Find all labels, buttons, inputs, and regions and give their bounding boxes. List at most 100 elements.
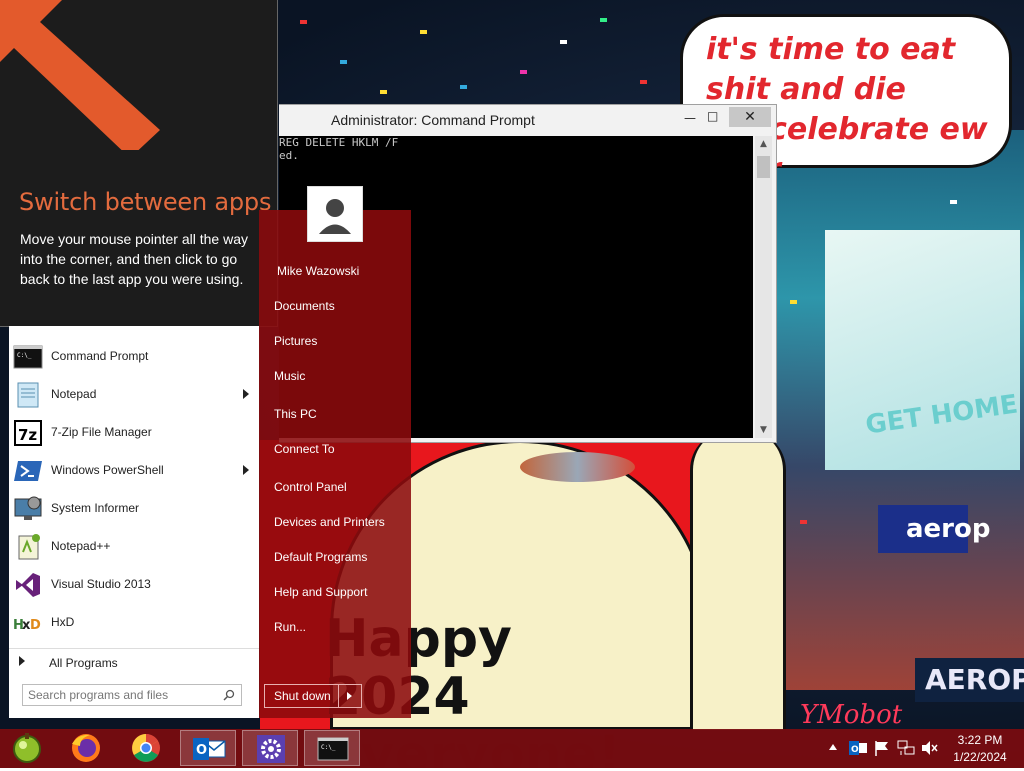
program-item-hxd[interactable]: HxD HxD (9, 604, 259, 642)
shutdown-options-arrow[interactable] (338, 685, 361, 707)
notepad-plus-plus-icon (18, 534, 40, 560)
place-run[interactable]: Run... (274, 620, 306, 634)
confetti (600, 18, 607, 22)
user-icon (311, 190, 359, 238)
start-button[interactable] (0, 730, 56, 766)
notepad-icon (17, 382, 39, 408)
user-avatar[interactable] (307, 186, 363, 242)
powershell-icon (14, 461, 42, 481)
start-orb-icon (13, 733, 41, 763)
svg-text:7z: 7z (18, 426, 37, 444)
7zip-icon: 7z (14, 420, 42, 446)
sign-aeropostale-1: aerop (878, 505, 990, 553)
place-devices-and-printers[interactable]: Devices and Printers (274, 515, 385, 529)
confetti (460, 85, 467, 89)
network-icon[interactable] (897, 739, 915, 757)
chrome-icon (132, 734, 160, 762)
console-line: REG DELETE HKLM /F (279, 136, 399, 149)
volume-muted-icon[interactable] (921, 739, 939, 757)
system-informer-icon (14, 496, 42, 520)
user-name-link[interactable]: Mike Wazowski (277, 264, 359, 278)
taskbar-firefox[interactable] (58, 730, 114, 766)
start-menu-programs: C:\_ Command Prompt Notepad 7z 7-Zip Fil… (9, 326, 259, 718)
start-menu-places: Mike Wazowski Documents Pictures Music T… (259, 186, 411, 718)
search-input[interactable] (28, 688, 218, 702)
submenu-arrow-icon[interactable] (243, 465, 249, 475)
confetti (800, 520, 807, 524)
program-item-notepad-plus-plus[interactable]: Notepad++ (9, 528, 259, 566)
program-item-powershell[interactable]: Windows PowerShell (9, 452, 259, 490)
place-music[interactable]: Music (274, 369, 305, 383)
window-title: Administrator: Command Prompt (331, 112, 535, 128)
maximize-button[interactable]: □ (707, 109, 721, 123)
shutdown-button[interactable]: Shut down (264, 684, 362, 708)
place-documents[interactable]: Documents (274, 299, 335, 313)
taskbar-chrome[interactable] (118, 730, 174, 766)
place-this-pc[interactable]: This PC (274, 407, 317, 421)
program-item-visual-studio[interactable]: Visual Studio 2013 (9, 566, 259, 604)
start-search-box[interactable] (22, 684, 242, 706)
place-default-programs[interactable]: Default Programs (274, 550, 367, 564)
outlook-tray-icon[interactable]: O (849, 739, 867, 757)
watermark: YMobot (800, 700, 903, 730)
vertical-scrollbar[interactable]: ▲ ▼ (755, 136, 772, 438)
svg-text:C:\_: C:\_ (17, 352, 32, 359)
scroll-up-icon[interactable]: ▲ (755, 136, 772, 152)
confetti (300, 20, 307, 24)
confetti (380, 90, 387, 94)
svg-text:D: D (30, 618, 41, 633)
billboard (825, 230, 1020, 470)
all-programs-button[interactable]: All Programs (9, 648, 259, 675)
submenu-arrow-icon[interactable] (243, 389, 249, 399)
meme-figure-arm (690, 430, 786, 730)
svg-text:C:\_: C:\_ (321, 744, 336, 751)
program-label: Notepad (51, 387, 97, 401)
program-label: Visual Studio 2013 (51, 577, 151, 591)
confetti (790, 300, 797, 304)
confetti (640, 80, 647, 84)
confetti (420, 30, 427, 34)
shutdown-label: Shut down (274, 689, 331, 703)
program-item-notepad[interactable]: Notepad (9, 376, 259, 414)
confetti (950, 200, 957, 204)
minimize-button[interactable]: — (683, 111, 697, 125)
console-line: ed. (279, 149, 299, 162)
arrow-right-icon (19, 656, 25, 666)
hxd-icon: Hx D (13, 618, 41, 633)
outlook-icon: O (193, 738, 226, 760)
search-icon[interactable] (223, 689, 235, 701)
program-label: Windows PowerShell (51, 463, 164, 477)
tip-body: Move your mouse pointer all the way into… (20, 231, 248, 287)
clock-date[interactable]: 1/22/2024 (950, 750, 1010, 764)
place-control-panel[interactable]: Control Panel (274, 480, 347, 494)
flag-icon[interactable] (873, 739, 891, 757)
program-label: 7-Zip File Manager (51, 425, 152, 439)
firefox-icon (72, 734, 100, 762)
program-label: HxD (51, 615, 75, 629)
program-label: System Informer (51, 501, 140, 515)
taskbar-settings[interactable] (242, 730, 298, 766)
confetti (340, 60, 347, 64)
place-pictures[interactable]: Pictures (274, 334, 317, 348)
place-help-and-support[interactable]: Help and Support (274, 585, 367, 599)
program-item-system-informer[interactable]: System Informer (9, 490, 259, 528)
program-item-7zip[interactable]: 7z 7-Zip File Manager (9, 414, 259, 452)
command-prompt-icon: C:\_ (317, 737, 349, 761)
place-connect-to[interactable]: Connect To (274, 442, 335, 456)
program-item-command-prompt[interactable]: C:\_ Command Prompt (9, 338, 259, 376)
confetti (520, 70, 527, 74)
clock-time[interactable]: 3:22 PM (955, 733, 1005, 747)
program-label: Notepad++ (51, 539, 111, 553)
settings-icon (257, 735, 285, 763)
show-hidden-icons-arrow[interactable] (829, 744, 837, 750)
fish-image (520, 452, 635, 482)
svg-text:O: O (196, 743, 207, 758)
taskbar-outlook[interactable]: O (180, 730, 236, 766)
close-button[interactable]: ✕ (729, 107, 771, 127)
taskbar: O C:\_ O 3:22 PM 1/22/2024 (0, 729, 1024, 768)
taskbar-command-prompt[interactable]: C:\_ (304, 730, 360, 766)
all-programs-label: All Programs (49, 656, 118, 670)
confetti (560, 40, 567, 44)
scroll-thumb[interactable] (757, 156, 770, 178)
scroll-down-icon[interactable]: ▼ (755, 422, 772, 438)
